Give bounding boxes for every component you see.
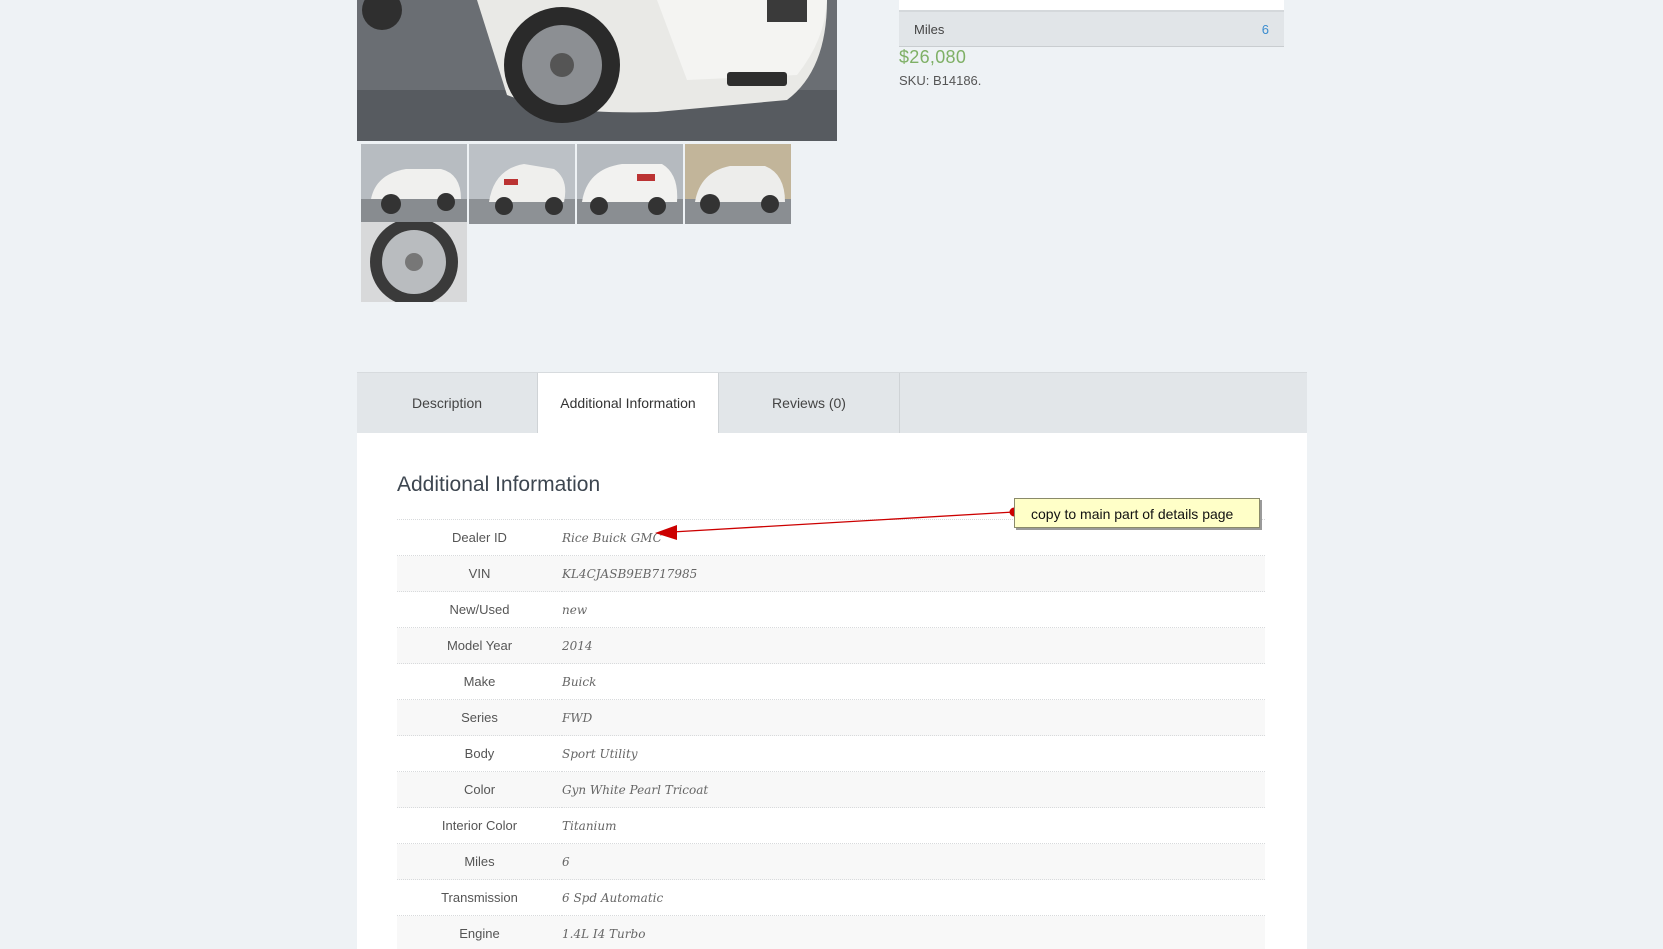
table-row: Series FWD [397,699,1265,736]
tab-reviews[interactable]: Reviews (0) [719,373,900,434]
table-row: Interior Color Titanium [397,807,1265,844]
thumbnail-2[interactable] [469,144,575,224]
additional-info-table: Dealer ID Rice Buick GMC VIN KL4CJASB9EB71… [397,519,1265,949]
table-row: Model Year 2014 [397,627,1265,664]
row-key: Series [397,699,562,736]
table-row: Engine 1.4L I4 Turbo [397,915,1265,949]
table-row: New/Used new [397,591,1265,628]
row-key: Engine [397,915,562,949]
thumbnail-5[interactable] [361,222,467,302]
tab-description[interactable]: Description [357,373,538,434]
row-value: 1.4L I4 Turbo [562,915,1265,949]
row-value: Sport Utility [562,735,1265,772]
panel-title: Additional Information [397,473,601,496]
thumbnail-1[interactable] [361,144,467,224]
thumbnail-3[interactable] [577,144,683,224]
table-row: Body Sport Utility [397,735,1265,772]
row-key: Dealer ID [397,519,562,556]
summary-miles-label: Miles [914,22,945,37]
row-key: Model Year [397,627,562,664]
product-page: Miles 6 $26,080 SKU: B14186. Description… [0,0,1663,949]
main-vehicle-photo[interactable] [357,0,837,141]
row-key: Color [397,771,562,808]
row-value: KL4CJASB9EB717985 [562,555,1265,592]
summary-row-previous [899,0,1284,11]
row-value: 6 Spd Automatic [562,879,1265,916]
sku: SKU: B14186. [899,73,982,88]
table-row: Miles 6 [397,843,1265,880]
table-row: VIN KL4CJASB9EB717985 [397,555,1265,592]
row-value: FWD [562,699,1265,736]
row-value: Buick [562,663,1265,700]
thumbnail-4[interactable] [685,144,791,224]
row-key: Make [397,663,562,700]
row-key: Transmission [397,879,562,916]
row-value: new [562,591,1265,628]
row-key: New/Used [397,591,562,628]
row-key: Miles [397,843,562,880]
row-key: Interior Color [397,807,562,844]
table-row: Color Gyn White Pearl Tricoat [397,771,1265,808]
row-value: Titanium [562,807,1265,844]
row-value: 2014 [562,627,1265,664]
annotation-note: copy to main part of details page [1014,498,1260,528]
row-value: 6 [562,843,1265,880]
tab-additional-information[interactable]: Additional Information [538,373,719,435]
row-key: Body [397,735,562,772]
row-key: VIN [397,555,562,592]
table-row: Transmission 6 Spd Automatic [397,879,1265,916]
row-value: Gyn White Pearl Tricoat [562,771,1265,808]
summary-row-miles: Miles 6 [899,11,1284,47]
price: $26,080 [899,47,967,67]
summary-miles-value: 6 [1261,22,1269,37]
tabs-bar: Description Additional Information Revie… [357,372,1307,435]
table-row: Make Buick [397,663,1265,700]
